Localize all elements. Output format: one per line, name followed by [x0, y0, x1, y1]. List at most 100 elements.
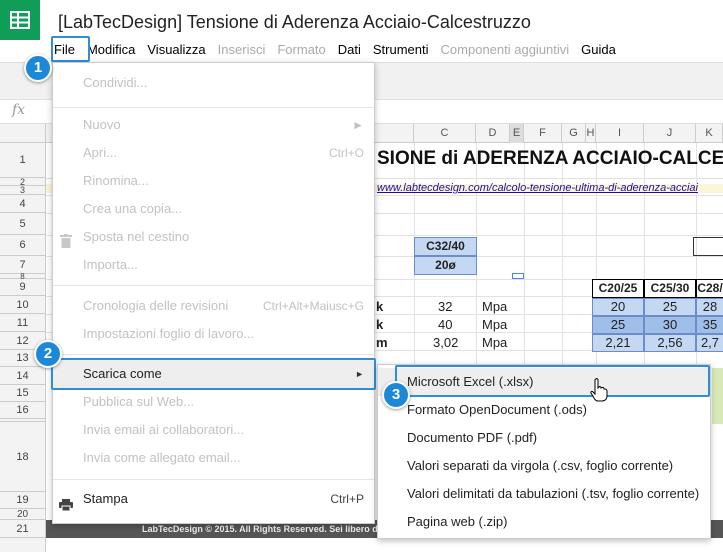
- menu-item-nuovo[interactable]: Nuovo ►: [53, 111, 374, 139]
- download-option-ods[interactable]: Formato OpenDocument (.ods): [378, 396, 710, 424]
- column-header-j[interactable]: J: [644, 124, 696, 143]
- bar-diameter-cell[interactable]: 20ø: [414, 256, 477, 275]
- file-menu-highlight: [51, 36, 90, 62]
- row-header[interactable]: 20: [0, 509, 45, 520]
- menu-item-allegato-email[interactable]: Invia come allegato email...: [53, 444, 374, 472]
- hand-cursor-icon: [590, 378, 608, 405]
- table-cell[interactable]: 30: [644, 316, 696, 334]
- step-badge-3: 3: [382, 381, 410, 409]
- row-header[interactable]: 10: [0, 296, 45, 314]
- download-option-csv[interactable]: Valori separati da virgola (.csv, foglio…: [378, 452, 710, 480]
- select-all-corner[interactable]: [0, 124, 46, 143]
- menu-item-impostazioni-foglio[interactable]: Impostazioni foglio di lavoro...: [53, 320, 374, 348]
- table-cell[interactable]: 2,21: [592, 334, 644, 352]
- column-header-i[interactable]: I: [596, 124, 644, 143]
- submenu-arrow-icon: ►: [352, 118, 364, 132]
- spreadsheet-app: [LabTecDesign] Tensione di Aderenza Acci…: [0, 0, 723, 552]
- row-header[interactable]: 21: [0, 520, 45, 538]
- column-header-h[interactable]: H: [586, 124, 596, 143]
- selected-cell-marker[interactable]: [512, 273, 524, 279]
- menu-item-label: Sposta nel cestino: [83, 229, 190, 244]
- menu-item-sposta-cestino[interactable]: Sposta nel cestino: [53, 223, 374, 251]
- green-cells: [712, 368, 723, 424]
- menu-item-email-collaboratori[interactable]: Invia email ai collaboratori...: [53, 416, 374, 444]
- table-cell[interactable]: 25: [644, 298, 696, 316]
- menu-item-apri[interactable]: Apri... Ctrl+O: [53, 139, 374, 167]
- table-cell[interactable]: 35: [696, 316, 723, 334]
- column-header-f[interactable]: F: [524, 124, 562, 143]
- download-option-pdf[interactable]: Documento PDF (.pdf): [378, 424, 710, 452]
- menu-item-pubblica-web[interactable]: Pubblica sul Web...: [53, 388, 374, 416]
- menu-dati[interactable]: Dati: [332, 40, 367, 59]
- concrete-class-cell[interactable]: C32/40: [414, 237, 477, 256]
- menu-item-label: Condividi...: [83, 75, 148, 90]
- row-header[interactable]: 19: [0, 492, 45, 509]
- menu-item-label: Stampa: [83, 491, 128, 506]
- shortcut-label: Ctrl+Alt+Maiusc+G: [262, 299, 364, 313]
- menu-item-label: Impostazioni foglio di lavoro...: [83, 326, 255, 341]
- row-header[interactable]: 3: [0, 186, 45, 195]
- menu-bar: File Modifica Visualizza Inserisci Forma…: [48, 38, 622, 60]
- menu-item-label: Invia come allegato email...: [83, 450, 241, 465]
- formula-fx-icon: fx: [12, 102, 26, 118]
- menu-guida[interactable]: Guida: [575, 40, 622, 59]
- column-header-g[interactable]: G: [562, 124, 586, 143]
- row-header[interactable]: 1: [0, 143, 45, 178]
- table-header: C28/: [696, 279, 723, 298]
- table-cell[interactable]: 20: [592, 298, 644, 316]
- row-header[interactable]: 14: [0, 367, 45, 385]
- empty-boxed-cell[interactable]: [693, 237, 723, 256]
- row-header[interactable]: 11: [0, 314, 45, 332]
- column-header-k[interactable]: K: [696, 124, 723, 143]
- menu-inserisci[interactable]: Inserisci: [212, 40, 272, 59]
- menu-item-label: Crea una copia...: [83, 201, 183, 216]
- menu-visualizza[interactable]: Visualizza: [141, 40, 211, 59]
- menu-item-crea-copia[interactable]: Crea una copia...: [53, 195, 374, 223]
- shortcut-label: Ctrl+P: [330, 492, 364, 506]
- printer-icon: [59, 493, 73, 521]
- table-cell[interactable]: 2,56: [644, 334, 696, 352]
- download-option-zip[interactable]: Pagina web (.zip): [378, 508, 710, 536]
- param-value: 3,02: [433, 335, 459, 350]
- table-cell[interactable]: 28: [696, 298, 723, 316]
- table-cell[interactable]: 25: [592, 316, 644, 334]
- table-cell[interactable]: 2,7: [696, 334, 723, 352]
- scarica-come-highlight: [51, 358, 376, 390]
- menu-item-label: Apri...: [83, 145, 117, 160]
- row-header[interactable]: 6: [0, 235, 45, 256]
- menu-componenti-aggiuntivi[interactable]: Componenti aggiuntivi: [435, 40, 576, 59]
- menu-item-condividi[interactable]: Condividi...: [53, 69, 374, 97]
- column-header-d[interactable]: D: [476, 124, 510, 143]
- row-header[interactable]: 15: [0, 385, 45, 402]
- menu-modifica[interactable]: Modifica: [81, 40, 141, 59]
- menu-strumenti[interactable]: Strumenti: [367, 40, 435, 59]
- table-header: C25/30: [644, 279, 696, 298]
- column-header-e[interactable]: E: [510, 124, 524, 143]
- document-title[interactable]: [LabTecDesign] Tensione di Aderenza Acci…: [58, 12, 531, 33]
- step-badge-1: 1: [24, 54, 52, 82]
- menu-divider: [53, 285, 374, 286]
- row-header[interactable]: 18: [0, 422, 45, 492]
- row-header[interactable]: 4: [0, 195, 45, 213]
- menu-item-importa[interactable]: Importa...: [53, 251, 374, 279]
- sheets-logo-icon[interactable]: [0, 0, 40, 40]
- menu-formato[interactable]: Formato: [271, 40, 331, 59]
- column-header-c[interactable]: C: [414, 124, 476, 143]
- menu-item-stampa[interactable]: Stampa Ctrl+P: [53, 485, 374, 513]
- menu-item-label: Pubblica sul Web...: [83, 394, 195, 409]
- menu-divider: [53, 479, 374, 480]
- param-value: 32: [438, 299, 453, 314]
- row-header[interactable]: 9: [0, 279, 45, 296]
- menu-item-rinomina[interactable]: Rinomina...: [53, 167, 374, 195]
- row-header[interactable]: 5: [0, 213, 45, 235]
- shortcut-label: Ctrl+O: [328, 146, 364, 160]
- menu-divider: [53, 107, 374, 108]
- param-unit: Mpa: [482, 335, 508, 350]
- download-option-tsv[interactable]: Valori delimitati da tabulazioni (.tsv, …: [378, 480, 710, 508]
- param-label: k: [376, 299, 384, 314]
- row-header[interactable]: 16: [0, 402, 45, 419]
- param-unit: Mpa: [482, 299, 508, 314]
- reference-link[interactable]: www.labtecdesign.com/calcolo-tensione-ul…: [377, 182, 698, 194]
- sheet-heading: SIONE di ADERENZA ACCIAIO-CALCES: [377, 148, 723, 169]
- menu-item-cronologia-revisioni[interactable]: Cronologia delle revisioni Ctrl+Alt+Maius…: [53, 292, 374, 320]
